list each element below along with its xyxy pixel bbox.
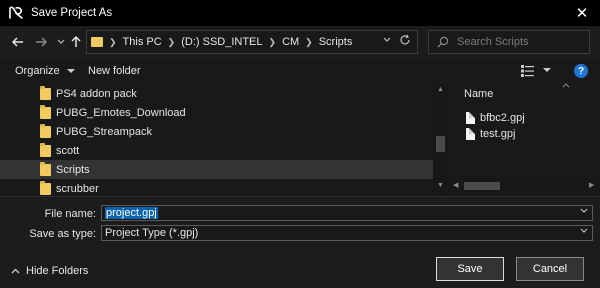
command-toolbar: Organize New folder ? <box>0 58 600 84</box>
change-view-button[interactable] <box>521 65 535 77</box>
save-form: File name: project.gpj Save as type: Pro… <box>0 196 600 288</box>
scroll-left-icon[interactable]: ◀ <box>453 181 458 189</box>
file-list-scrollbar[interactable]: ◀ ▶ <box>448 178 600 194</box>
sort-ascending-icon <box>562 81 570 90</box>
hide-folders-label: Hide Folders <box>26 265 89 277</box>
organize-label: Organize <box>15 65 60 77</box>
scrollbar-thumb[interactable] <box>436 136 445 152</box>
save-type-select[interactable]: Project Type (*.gpj) <box>101 225 593 241</box>
tree-item[interactable]: PUBG_Emotes_Download <box>0 103 433 122</box>
scroll-up-icon[interactable]: ▲ <box>437 86 444 93</box>
close-button[interactable]: ✕ <box>564 0 600 26</box>
tree-item[interactable]: scrubber <box>0 179 433 196</box>
save-type-label: Save as type: <box>29 228 96 240</box>
file-name-field[interactable]: project.gpj <box>101 205 593 221</box>
tree-item-label: PS4 addon pack <box>56 87 137 100</box>
help-button[interactable]: ? <box>574 64 588 78</box>
file-name: bfbc2.gpj <box>480 111 525 124</box>
tree-item[interactable]: PS4 addon pack <box>0 84 433 103</box>
chevron-down-icon <box>383 37 391 42</box>
search-input[interactable]: Search Scripts <box>457 36 529 48</box>
breadcrumb-cm[interactable]: CM <box>282 36 299 48</box>
up-button[interactable] <box>68 34 84 50</box>
tree-scrollbar[interactable]: ▲ ▼ <box>433 84 448 196</box>
navigation-tree[interactable]: PS4 addon pack PUBG_Emotes_Download PUBG… <box>0 84 433 196</box>
list-item[interactable]: bfbc2.gpj <box>466 110 525 125</box>
folder-icon <box>40 104 51 119</box>
arrow-left-icon <box>11 37 23 47</box>
tree-item-label: PUBG_Emotes_Download <box>56 106 186 119</box>
tree-item[interactable]: scott <box>0 141 433 160</box>
chevron-down-icon <box>57 39 65 44</box>
chevron-right-icon: ❯ <box>305 36 313 47</box>
folder-icon <box>40 142 51 157</box>
folder-icon <box>40 180 51 195</box>
list-item[interactable]: test.gpj <box>466 126 515 141</box>
recent-locations-button[interactable] <box>53 34 69 50</box>
save-type-value: Project Type (*.gpj) <box>105 227 199 239</box>
breadcrumb-drive[interactable]: (D:) SSD_INTEL <box>181 36 262 48</box>
tree-item-label: scrubber <box>56 182 99 195</box>
scrollbar-thumb[interactable] <box>464 182 500 190</box>
file-name-input[interactable]: project.gpj <box>105 207 158 219</box>
arrow-up-icon <box>71 35 81 47</box>
tree-item[interactable]: PUBG_Streampack <box>0 122 433 141</box>
folder-icon <box>91 37 103 47</box>
scroll-right-icon[interactable]: ▶ <box>589 181 594 189</box>
file-name-label: File name: <box>44 208 96 220</box>
address-history-dropdown[interactable] <box>383 36 391 46</box>
breadcrumb-scripts[interactable]: Scripts <box>319 36 353 48</box>
caret-down-icon <box>66 69 75 73</box>
chevron-right-icon: ❯ <box>109 36 117 47</box>
forward-button[interactable] <box>33 34 49 50</box>
caret-down-icon <box>543 68 551 72</box>
address-row: ❯ This PC ❯ (D:) SSD_INTEL ❯ CM ❯ Script… <box>0 26 600 58</box>
file-name-history-dropdown[interactable] <box>580 207 588 217</box>
scroll-down-icon[interactable]: ▼ <box>437 182 444 189</box>
file-icon <box>466 111 475 124</box>
chevron-right-icon: ❯ <box>268 36 277 47</box>
folder-icon <box>40 161 51 176</box>
breadcrumb-this-pc[interactable]: This PC <box>123 36 162 48</box>
column-header-name[interactable]: Name <box>464 88 493 100</box>
view-options-dropdown[interactable] <box>543 65 551 75</box>
refresh-button[interactable] <box>399 34 411 49</box>
cancel-button[interactable]: Cancel <box>516 257 584 281</box>
details-view-icon <box>521 65 534 77</box>
window-title: Save Project As <box>31 7 113 19</box>
app-logo-icon <box>7 4 25 22</box>
new-folder-button[interactable]: New folder <box>88 65 141 77</box>
chevron-down-icon <box>580 228 588 233</box>
back-button[interactable] <box>10 34 26 50</box>
save-button[interactable]: Save <box>436 257 504 281</box>
folder-icon <box>40 85 51 100</box>
chevron-up-icon <box>11 266 20 276</box>
save-type-dropdown[interactable] <box>580 227 588 237</box>
address-bar[interactable]: ❯ This PC ❯ (D:) SSD_INTEL ❯ CM ❯ Script… <box>86 30 418 54</box>
arrow-right-icon <box>36 37 48 47</box>
chevron-right-icon: ❯ <box>167 36 176 47</box>
folder-icon <box>40 123 51 138</box>
organize-menu-button[interactable]: Organize <box>15 65 75 77</box>
file-name: test.gpj <box>480 127 516 140</box>
hide-folders-button[interactable]: Hide Folders <box>11 265 88 277</box>
refresh-icon <box>400 34 410 45</box>
search-icon <box>437 36 449 48</box>
tree-item-label: scott <box>56 144 80 157</box>
tree-item-label: PUBG_Streampack <box>56 125 152 138</box>
chevron-down-icon <box>580 208 588 213</box>
file-icon <box>466 127 475 140</box>
tree-item-label: Scripts <box>56 163 90 176</box>
tree-item-selected[interactable]: Scripts <box>0 160 433 179</box>
search-box[interactable]: Search Scripts <box>428 30 590 54</box>
title-bar: Save Project As ✕ <box>0 0 600 26</box>
